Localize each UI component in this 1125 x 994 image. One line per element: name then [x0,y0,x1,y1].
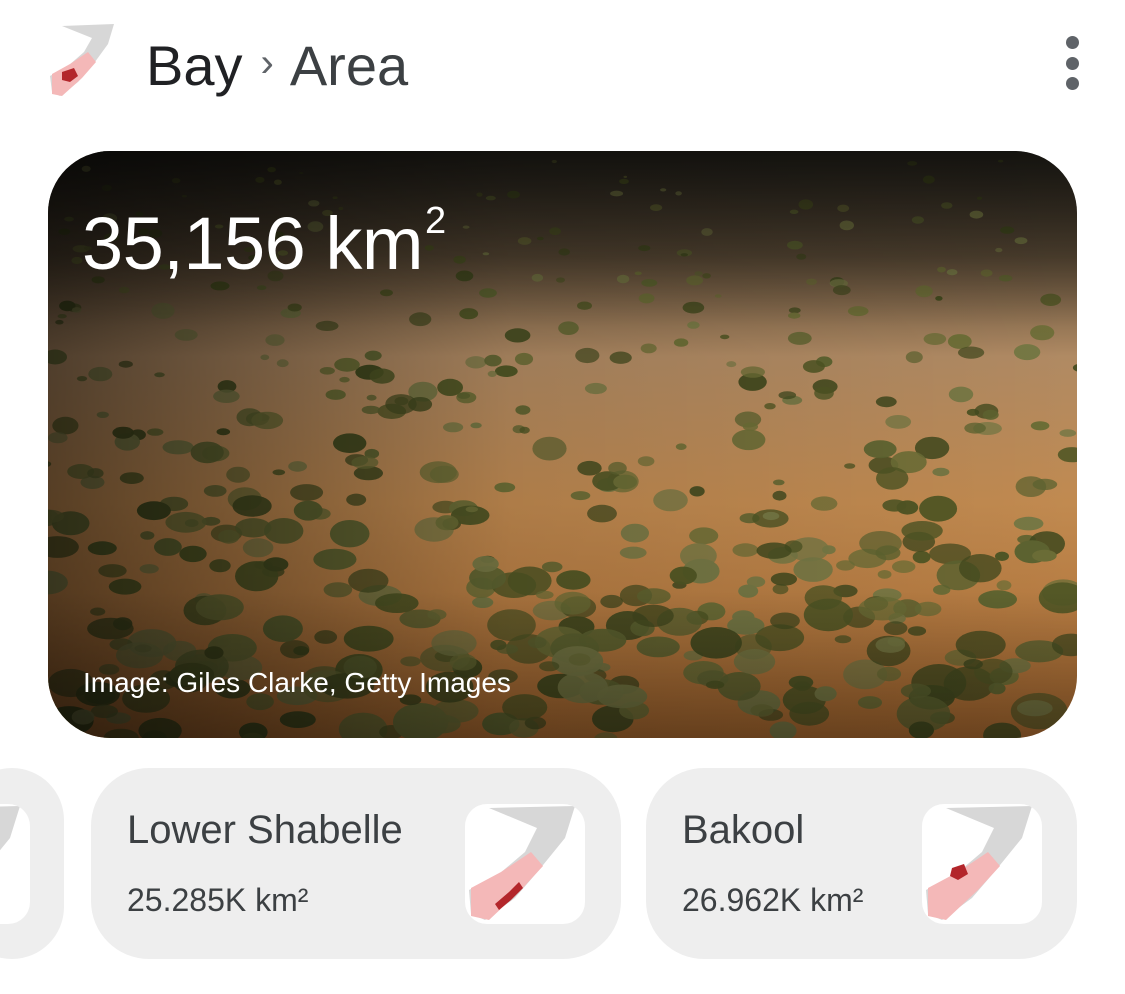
region-area: 26.962K km² [682,882,864,918]
somalia-region-map-icon[interactable] [48,22,120,100]
breadcrumb-current: Area [289,33,409,97]
region-map-icon [0,804,30,924]
related-region-card[interactable] [0,768,64,959]
region-name: Bakool [682,808,805,852]
region-name: Lower Shabelle [127,808,403,852]
related-region-card[interactable]: Lower Shabelle 25.285K km² [91,768,621,959]
area-value: 35,156 km2 [82,200,446,285]
header: Bay › Area [0,0,1125,130]
bakool-map-icon [922,804,1042,924]
lower-shabelle-map-icon [465,804,585,924]
breadcrumb: Bay › Area [146,28,408,102]
area-unit-superscript: 2 [425,200,446,243]
breadcrumb-parent[interactable]: Bay [146,33,243,98]
more-vert-icon[interactable] [1050,30,1094,96]
area-hero-card[interactable]: 35,156 km2 Image: Giles Clarke, Getty Im… [48,151,1077,738]
image-credit: Image: Giles Clarke, Getty Images [83,667,511,698]
region-area: 25.285K km² [127,882,309,918]
breadcrumb-separator: › [260,40,274,85]
related-region-card[interactable]: Bakool 26.962K km² [646,768,1077,959]
